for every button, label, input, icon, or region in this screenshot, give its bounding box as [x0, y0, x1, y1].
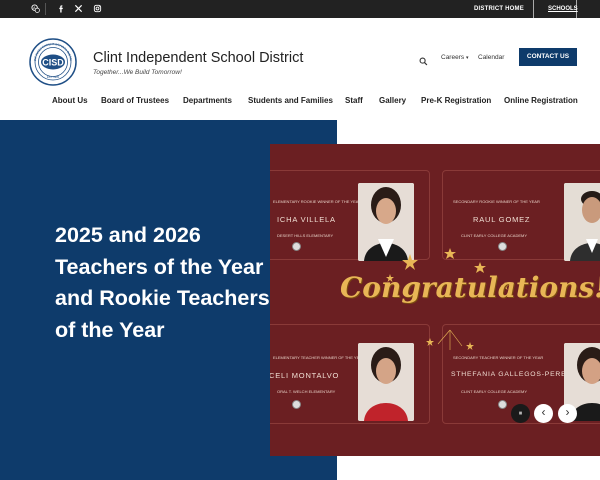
card-school: CLINT EARLY COLLEGE ACADEMY: [461, 233, 528, 238]
card-name: CELI MONTALVO: [270, 371, 340, 380]
tagline: Together...We Build Tomorrow!: [93, 69, 182, 76]
hero-title: 2025 and 2026 Teachers of the Year and R…: [55, 223, 270, 342]
nav-online-registration[interactable]: Online Registration: [504, 96, 578, 105]
card-school: DESERT HILLS ELEMENTARY: [277, 233, 334, 238]
card-label: ELEMENTARY TEACHER WINNER OF THE YEAR: [273, 355, 365, 360]
card-name: STHEFANIA GALLEGOS-PEREZ: [451, 371, 572, 378]
district-home-link[interactable]: DISTRICT HOME: [474, 0, 524, 18]
schools-label: SCHOOLS: [548, 6, 578, 12]
district-name[interactable]: Clint Independent School District: [93, 50, 303, 66]
card-label: SECONDARY TEACHER WINNER OF THE YEAR: [453, 355, 544, 360]
district-seal-icon: [292, 242, 301, 251]
careers-menu[interactable]: Careers ▾: [441, 54, 468, 61]
main-nav: About Us Board of Trustees Departments S…: [0, 96, 600, 108]
card-school: ORAL T. WELCH ELEMENTARY: [277, 389, 336, 394]
logo-est: EST. 1909: [47, 75, 60, 79]
congratulations-text: Congratulations!: [340, 271, 600, 304]
district-seal-icon: [292, 400, 301, 409]
nav-departments[interactable]: Departments: [183, 96, 232, 105]
instagram-icon[interactable]: [93, 3, 102, 15]
translate-icon[interactable]: A: [31, 3, 40, 15]
nav-gallery[interactable]: Gallery: [379, 96, 406, 105]
chevron-right-icon: ›: [565, 405, 570, 419]
card-name: RAUL GOMEZ: [473, 215, 531, 224]
teacher-photo: [358, 343, 414, 421]
district-logo[interactable]: CISD EST. 1909 CLINT INDEPENDENT SCHOOL …: [28, 35, 77, 86]
pause-icon: ⏸: [518, 410, 523, 417]
previous-slide-button[interactable]: ‹: [534, 404, 553, 423]
schools-dropdown[interactable]: SCHOOLS ▸: [533, 0, 578, 30]
logo-text: CISD: [42, 57, 64, 67]
card-school: CLINT EARLY COLLEGE ACADEMY: [461, 389, 528, 394]
careers-label: Careers: [441, 54, 465, 61]
contact-us-button[interactable]: CONTACT US: [519, 48, 577, 66]
pause-button[interactable]: ⏸: [511, 404, 530, 423]
x-icon[interactable]: [74, 3, 83, 15]
district-seal-icon: [498, 400, 507, 409]
nav-staff[interactable]: Staff: [345, 96, 363, 105]
nav-board-of-trustees[interactable]: Board of Trustees: [101, 96, 169, 105]
card-label: ELEMENTARY ROOKIE WINNER OF THE YEAR: [273, 199, 362, 204]
nav-students-and-families[interactable]: Students and Families: [248, 96, 333, 105]
chevron-left-icon: ‹: [541, 405, 546, 419]
facebook-icon[interactable]: [57, 3, 66, 15]
card-label: SECONDARY ROOKIE WINNER OF THE YEAR: [453, 199, 540, 204]
divider: [45, 3, 46, 15]
site-header: CISD EST. 1909 CLINT INDEPENDENT SCHOOL …: [0, 18, 600, 120]
search-icon[interactable]: [419, 53, 428, 66]
card-name: ICHA VILLELA: [277, 215, 336, 224]
nav-about-us[interactable]: About Us: [52, 96, 88, 105]
nav-pre-k-registration[interactable]: Pre-K Registration: [421, 96, 491, 105]
caret-down-icon: ▾: [465, 55, 469, 61]
next-slide-button[interactable]: ›: [558, 404, 577, 423]
top-utility-bar: A DISTRICT HOME SCHOOLS ▸: [0, 0, 600, 30]
calendar-link[interactable]: Calendar: [478, 54, 504, 61]
